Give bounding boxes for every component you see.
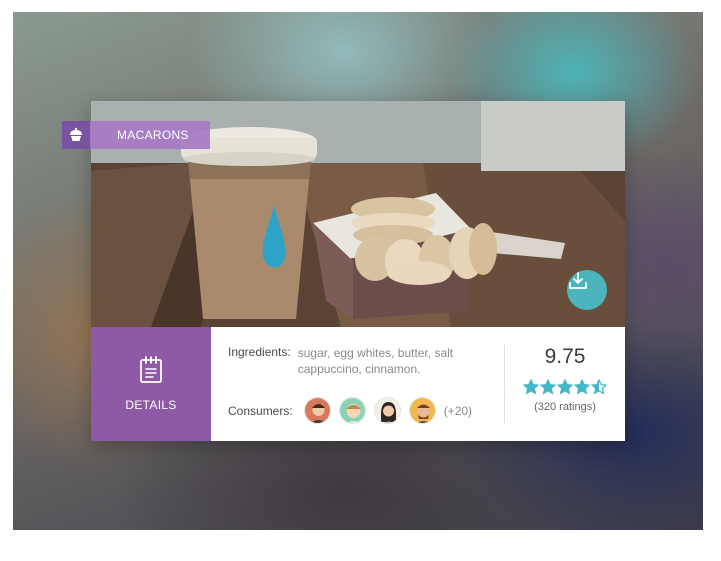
avatar[interactable]: [303, 397, 331, 424]
consumers-label: Consumers:: [228, 403, 293, 418]
details-label: DETAILS: [125, 398, 177, 412]
ingredients-text: sugar, egg whites, butter, salt cappucci…: [297, 346, 454, 376]
details-button[interactable]: DETAILS: [91, 327, 211, 441]
avatar[interactable]: [373, 397, 401, 424]
star-rating: [505, 379, 625, 395]
notepad-icon: [140, 356, 162, 383]
cupcake-icon: [62, 121, 90, 149]
more-consumers-count[interactable]: (+20): [444, 404, 472, 418]
star-icon: [540, 379, 556, 395]
ingredients-row: Ingredients: sugar, egg whites, butter, …: [228, 345, 478, 377]
star-icon: [591, 379, 607, 395]
star-icon: [557, 379, 573, 395]
consumers-row: Consumers: (+20): [228, 397, 472, 424]
ratings-count: (320 ratings): [534, 401, 596, 413]
product-card: DETAILS Ingredients: sugar, egg whites, …: [91, 101, 625, 441]
category-label: MACARONS: [117, 128, 189, 142]
ingredients-label: Ingredients:: [228, 345, 291, 359]
score-value: 9.75: [544, 345, 586, 368]
download-icon: [569, 272, 587, 289]
avatar[interactable]: [338, 397, 366, 424]
category-tag[interactable]: MACARONS: [62, 121, 210, 149]
rating-section: 9.75 (320 ratings): [505, 344, 625, 413]
star-icon: [574, 379, 590, 395]
star-icon: [523, 379, 539, 395]
avatar[interactable]: [408, 397, 436, 424]
download-button[interactable]: [567, 270, 607, 310]
